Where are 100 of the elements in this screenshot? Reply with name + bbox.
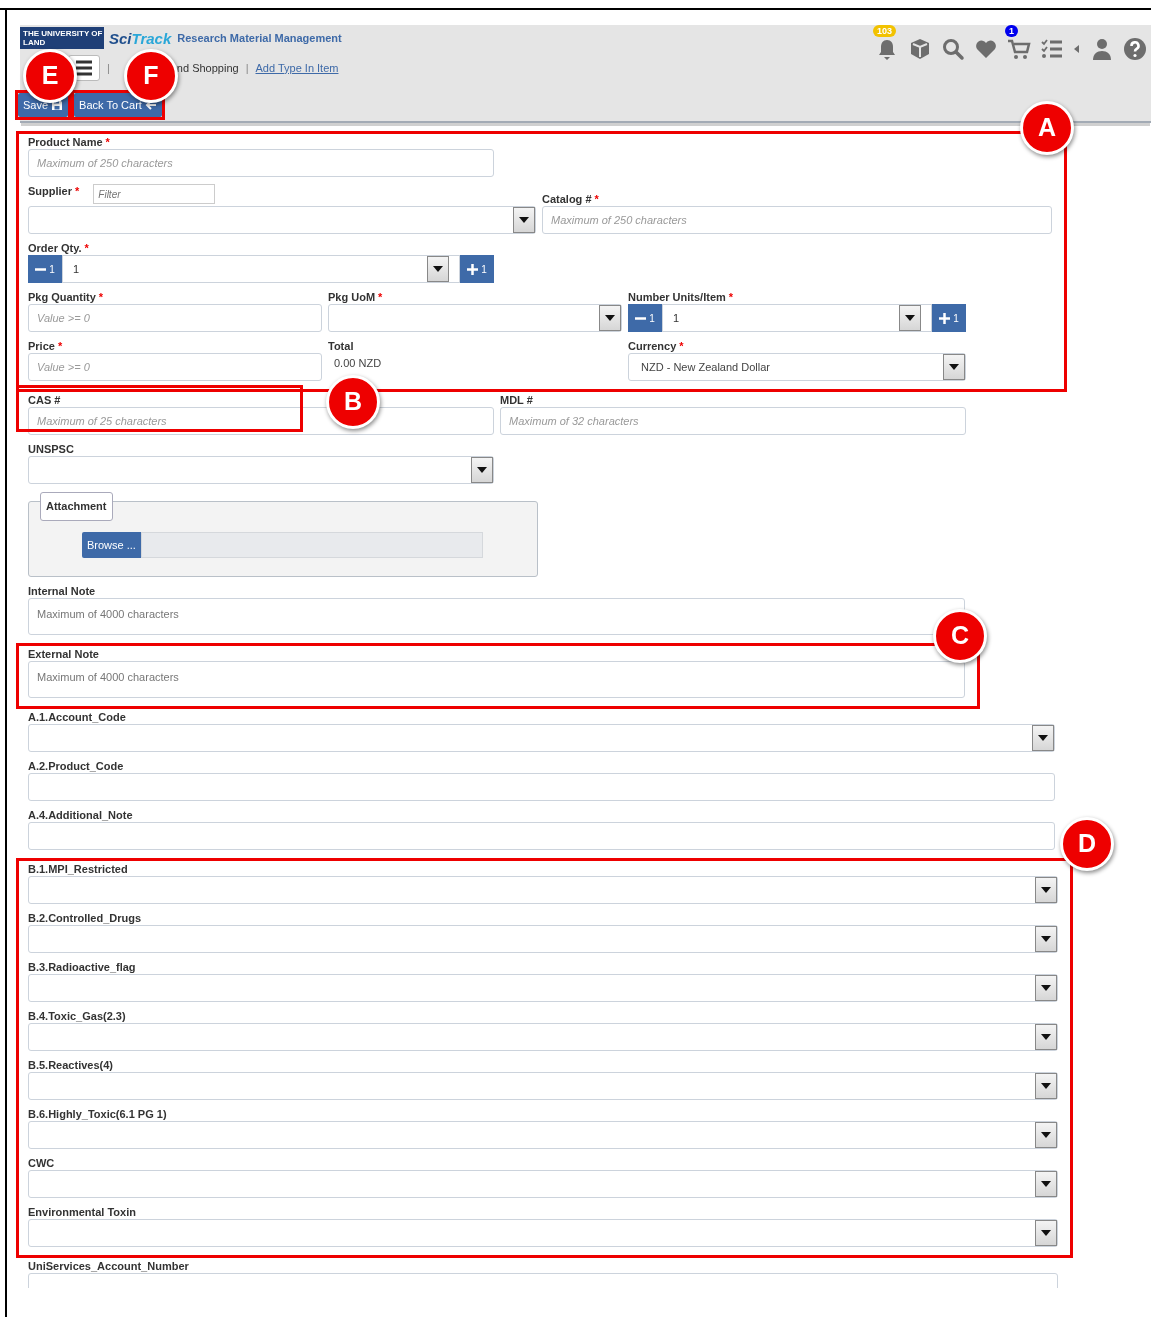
field-label: UniServices_Account_Number — [28, 1259, 189, 1273]
field-label: Order Qty. * — [28, 241, 89, 255]
dropdown-button[interactable] — [1035, 975, 1057, 1001]
field-label: A.2.Product_Code — [28, 759, 124, 773]
caret-down-icon — [433, 266, 443, 272]
menu-icon — [75, 60, 93, 76]
text-field[interactable]: Maximum of 32 characters — [500, 407, 966, 435]
help-icon[interactable] — [1123, 37, 1147, 61]
caret-down-icon — [1041, 936, 1051, 942]
dropdown-button[interactable] — [899, 305, 921, 331]
field-label: Currency * — [628, 339, 684, 353]
select-field[interactable] — [28, 456, 494, 484]
cart-icon[interactable] — [1007, 37, 1031, 61]
quantity-field[interactable]: 1 — [62, 255, 460, 283]
decrement-button[interactable]: 1 — [28, 255, 62, 283]
cube-icon[interactable] — [908, 37, 932, 61]
dropdown-button[interactable] — [471, 457, 493, 483]
dropdown-button[interactable] — [513, 207, 535, 233]
user-icon[interactable] — [1090, 37, 1114, 61]
field-label: B.2.Controlled_Drugs — [28, 911, 142, 925]
select-field[interactable] — [328, 304, 622, 332]
caret-down-icon — [1038, 735, 1048, 741]
caret-down-icon — [1041, 1034, 1051, 1040]
plus-icon — [939, 312, 951, 324]
checklist-icon[interactable] — [1040, 37, 1064, 61]
field-label: Pkg Quantity * — [28, 290, 104, 304]
text-field[interactable]: Maximum of 250 characters — [28, 149, 494, 177]
field-label: Total — [328, 339, 354, 353]
caret-down-icon — [1041, 1083, 1051, 1089]
callout-marker: D — [1060, 817, 1114, 871]
field-label: Internal Note — [28, 584, 96, 598]
text-field[interactable]: Value >= 0 — [28, 353, 322, 381]
text-field[interactable] — [28, 822, 1055, 850]
breadcrumb-link[interactable]: Add Type In Item — [255, 59, 339, 77]
callout-marker: C — [933, 609, 987, 663]
text-field[interactable] — [28, 773, 1055, 801]
filter-field[interactable]: Filter — [93, 184, 216, 204]
breadcrumb-item: nd Shopping — [176, 60, 239, 76]
dropdown-button[interactable] — [1035, 1171, 1057, 1197]
select-field[interactable] — [28, 974, 1058, 1002]
field-label: B.3.Radioactive_flag — [28, 960, 136, 974]
callout-marker: B — [326, 375, 380, 429]
back-button[interactable]: Back To Cart — [74, 93, 162, 117]
caret-down-icon — [1041, 985, 1051, 991]
dropdown-button[interactable] — [1035, 926, 1057, 952]
field-label: Pkg UoM * — [328, 290, 383, 304]
select-field[interactable] — [28, 1072, 1058, 1100]
decrement-button[interactable]: 1 — [628, 304, 662, 332]
increment-button[interactable]: 1 — [932, 304, 966, 332]
field-label: B.4.Toxic_Gas(2.3) — [28, 1009, 126, 1023]
select-field[interactable] — [28, 1121, 1058, 1149]
quantity-field[interactable]: 1 — [662, 304, 932, 332]
dropdown-button[interactable] — [1035, 1122, 1057, 1148]
select-field[interactable] — [28, 1219, 1058, 1247]
select-field[interactable] — [28, 724, 1055, 752]
caret-down-icon — [1041, 1181, 1051, 1187]
select-field[interactable] — [28, 206, 536, 234]
dropdown-button[interactable] — [599, 305, 621, 331]
breadcrumb-separator: | — [107, 60, 110, 76]
select-field[interactable] — [28, 1170, 1058, 1198]
field-label: MDL # — [500, 393, 533, 407]
field-label: Price * — [28, 339, 63, 353]
app-subtitle: Research Material Management — [177, 30, 342, 46]
field-label: B.1.MPI_Restricted — [28, 862, 128, 876]
field-label: B.6.Highly_Toxic(6.1 PG 1) — [28, 1107, 167, 1121]
select-field[interactable] — [28, 1023, 1058, 1051]
university-logo: THE UNIVERSITY OF LAND — [20, 27, 104, 49]
app-name: SciTrack — [109, 29, 172, 47]
text-field[interactable]: Maximum of 250 characters — [542, 206, 1052, 234]
field-label: UNSPSC — [28, 442, 74, 456]
breadcrumb-separator: | — [245, 60, 249, 76]
file-name-field[interactable] — [140, 532, 483, 558]
browse-button[interactable]: Browse ... — [82, 532, 141, 558]
attachment-legend: Attachment — [40, 492, 113, 521]
caret-down-icon — [605, 315, 615, 321]
text-field[interactable]: Value >= 0 — [28, 304, 322, 332]
dropdown-button[interactable] — [943, 354, 965, 380]
select-field[interactable] — [28, 925, 1058, 953]
field-label: Product Name * — [28, 135, 110, 149]
field-label: A.1.Account_Code — [28, 710, 126, 724]
caret-down-icon — [949, 364, 959, 370]
field-label: CWC — [28, 1156, 55, 1170]
field-label: A.4.Additional_Note — [28, 808, 133, 822]
dropdown-button[interactable] — [1035, 1073, 1057, 1099]
field-label: CAS # — [28, 393, 61, 407]
increment-button[interactable]: 1 — [460, 255, 494, 283]
dropdown-button[interactable] — [427, 256, 449, 282]
plus-icon — [467, 263, 479, 275]
caret-down-icon — [1041, 1132, 1051, 1138]
select-field[interactable] — [28, 876, 1058, 904]
dropdown-button[interactable] — [1035, 1220, 1057, 1246]
field-label: External Note — [28, 647, 99, 661]
dropdown-button[interactable] — [1032, 725, 1054, 751]
dropdown-button[interactable] — [1035, 877, 1057, 903]
note-field[interactable]: Maximum of 4000 characters — [28, 661, 965, 698]
dropdown-button[interactable] — [1035, 1024, 1057, 1050]
search-icon[interactable] — [941, 37, 965, 61]
count-badge: 1 — [1005, 25, 1018, 37]
select-field[interactable]: NZD - New Zealand Dollar — [628, 353, 966, 381]
caret-down-icon — [477, 467, 487, 473]
